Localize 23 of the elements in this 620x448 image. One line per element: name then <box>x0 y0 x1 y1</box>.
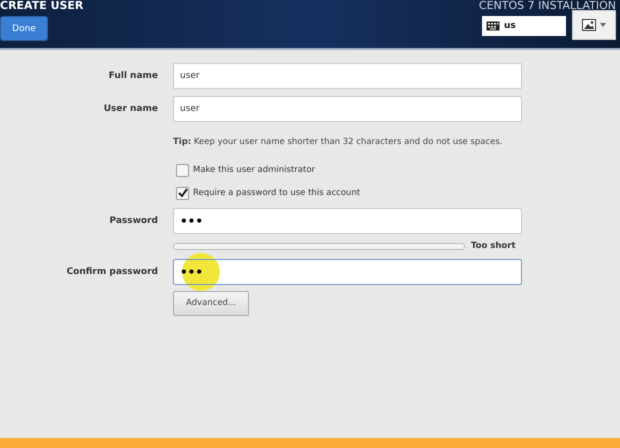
advanced-button[interactable]: Advanced... <box>173 290 249 316</box>
product-title: CENTOS 7 INSTALLATION <box>478 0 616 12</box>
checkbox-label: Require a password to use this account <box>193 188 360 198</box>
screen-title: CREATE USER <box>0 0 84 12</box>
text-field[interactable]: user <box>173 63 522 89</box>
keyboard-layout-field[interactable]: us <box>482 16 566 36</box>
image-icon <box>582 19 596 31</box>
password-field[interactable]: ••• <box>173 208 522 234</box>
keyboard-icon <box>486 21 500 31</box>
strength-reading: Too short <box>471 241 516 251</box>
help-button[interactable] <box>572 10 616 40</box>
field-label: Full name <box>108 71 159 81</box>
caret-icon <box>600 23 606 27</box>
field-label: Confirm password <box>66 267 159 277</box>
checkbox[interactable] <box>176 186 189 200</box>
checkbox-label: Make this user administrator <box>193 165 316 175</box>
done-button[interactable]: Done <box>0 16 48 41</box>
keyboard-layout-value: us <box>504 21 516 31</box>
hint-text: Tip: Keep your user name shorter than 32 characters and do not use spaces. <box>173 137 503 147</box>
checkbox[interactable] <box>176 164 189 176</box>
field-label: Password <box>108 216 159 226</box>
text-field[interactable]: user <box>173 96 522 122</box>
field-label: User name <box>102 104 159 114</box>
